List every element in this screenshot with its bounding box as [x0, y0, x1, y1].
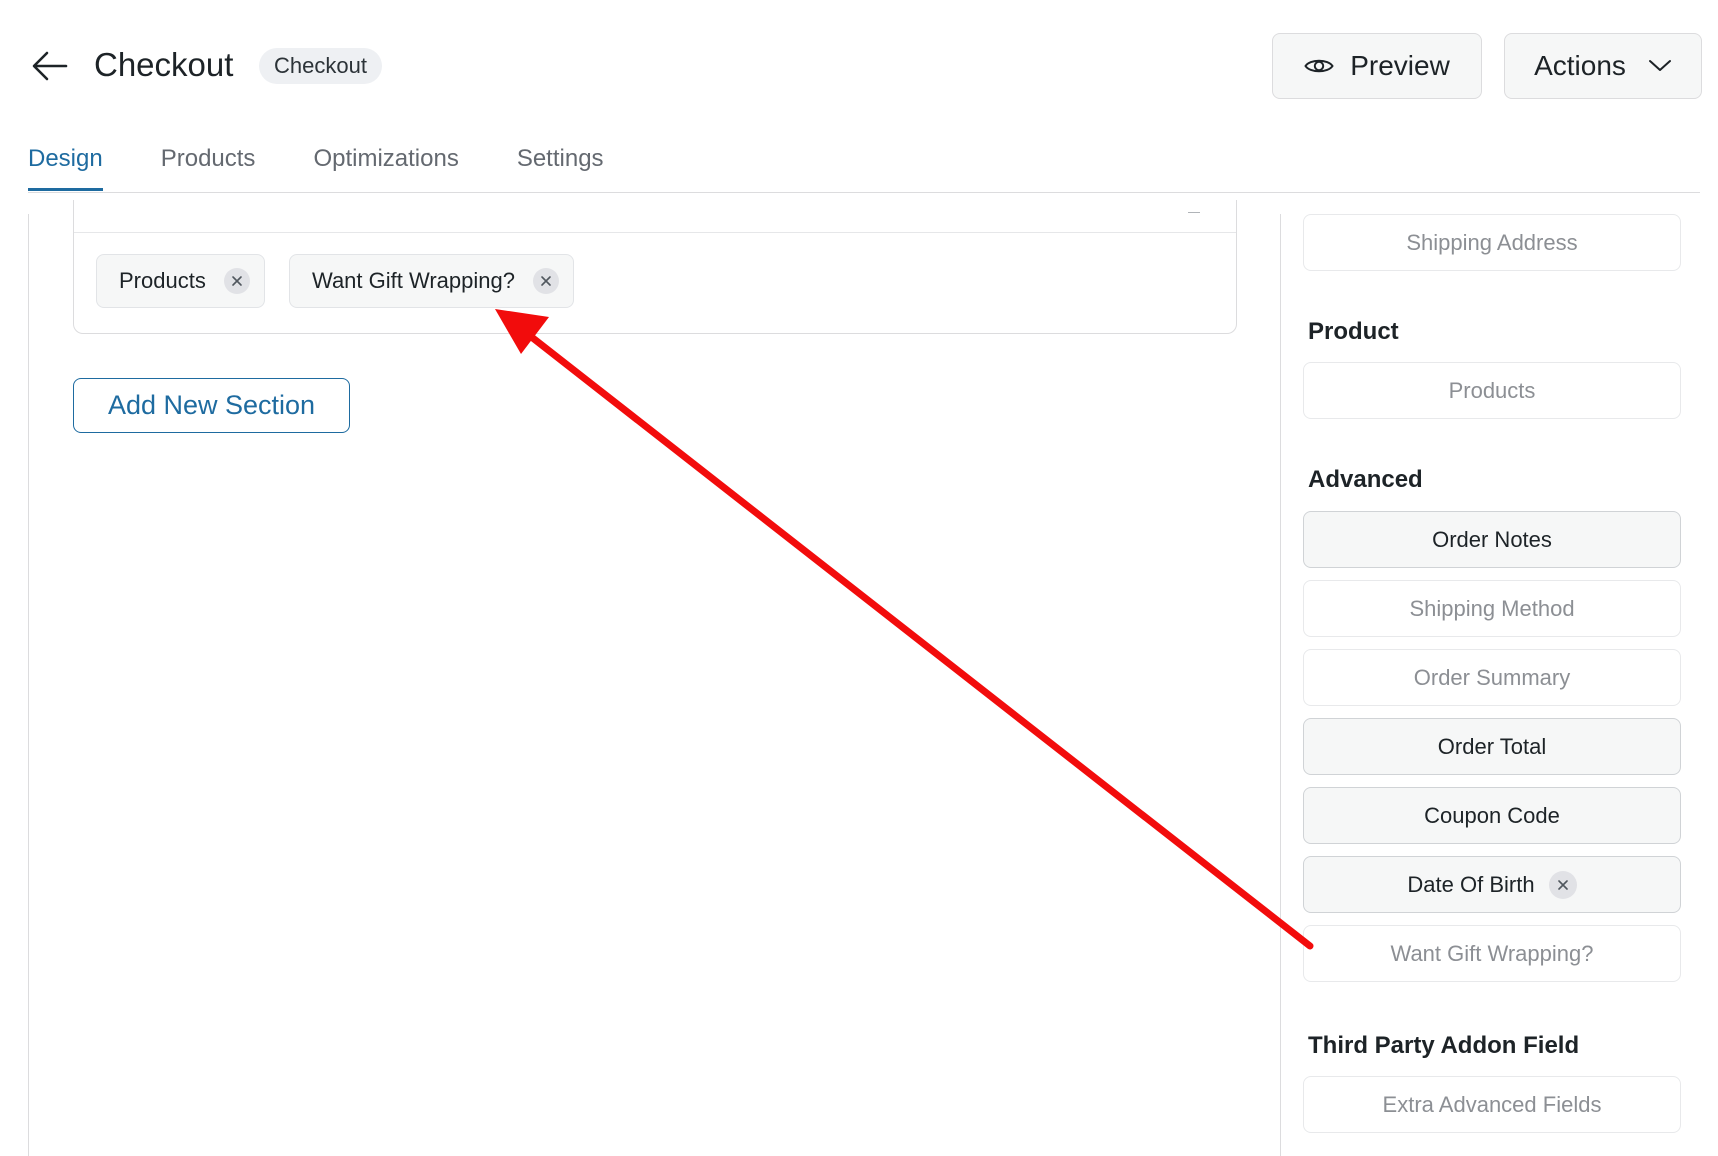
page-title: Checkout — [94, 46, 234, 83]
section-field-chip[interactable]: Products — [96, 254, 265, 308]
group-label-advanced: Advanced — [1308, 466, 1423, 493]
chip-label: Want Gift Wrapping? — [312, 268, 515, 293]
chevron-down-icon — [1648, 60, 1671, 71]
tab-optimizations[interactable]: Optimizations — [313, 138, 458, 193]
field-order-summary[interactable]: Order Summary — [1303, 649, 1681, 706]
field-label: Date Of Birth — [1407, 871, 1535, 897]
tab-products[interactable]: Products — [161, 138, 256, 193]
preview-button[interactable]: Preview — [1272, 33, 1482, 99]
actions-button[interactable]: Actions — [1504, 33, 1702, 99]
group-label-third-party: Third Party Addon Field — [1308, 1032, 1580, 1059]
field-date-of-birth[interactable]: Date Of Birth — [1303, 856, 1681, 913]
back-arrow-icon[interactable] — [30, 48, 70, 84]
section-header-line — [74, 232, 1236, 233]
field-products[interactable]: Products — [1303, 362, 1681, 419]
tab-bar: Design Products Optimizations Settings — [28, 138, 604, 193]
field-shipping-method[interactable]: Shipping Method — [1303, 580, 1681, 637]
group-label-product: Product — [1308, 318, 1399, 345]
type-badge: Checkout — [259, 48, 382, 84]
field-want-gift-wrapping[interactable]: Want Gift Wrapping? — [1303, 925, 1681, 982]
field-order-total[interactable]: Order Total — [1303, 718, 1681, 775]
add-new-section-button[interactable]: Add New Section — [73, 378, 350, 433]
close-icon[interactable] — [223, 268, 250, 294]
actions-label: Actions — [1534, 50, 1626, 81]
tabs-divider — [28, 192, 1700, 193]
collapse-handle[interactable] — [1188, 212, 1200, 213]
eye-icon — [1304, 59, 1334, 73]
tab-design[interactable]: Design — [28, 138, 103, 193]
close-icon[interactable] — [1548, 870, 1577, 899]
field-shipping-address[interactable]: Shipping Address — [1303, 214, 1681, 271]
sidebar-divider — [1280, 214, 1281, 1156]
field-order-notes[interactable]: Order Notes — [1303, 511, 1681, 568]
preview-label: Preview — [1350, 50, 1450, 81]
field-extra-advanced-fields[interactable]: Extra Advanced Fields — [1303, 1076, 1681, 1133]
page-header: Checkout Checkout Preview Actions Design… — [0, 0, 1718, 200]
canvas-left-border — [28, 214, 29, 1156]
section-field-chip[interactable]: Want Gift Wrapping? — [289, 254, 574, 308]
chip-label: Products — [119, 268, 206, 293]
tab-settings[interactable]: Settings — [517, 138, 604, 193]
close-icon[interactable] — [532, 268, 559, 294]
field-coupon-code[interactable]: Coupon Code — [1303, 787, 1681, 844]
